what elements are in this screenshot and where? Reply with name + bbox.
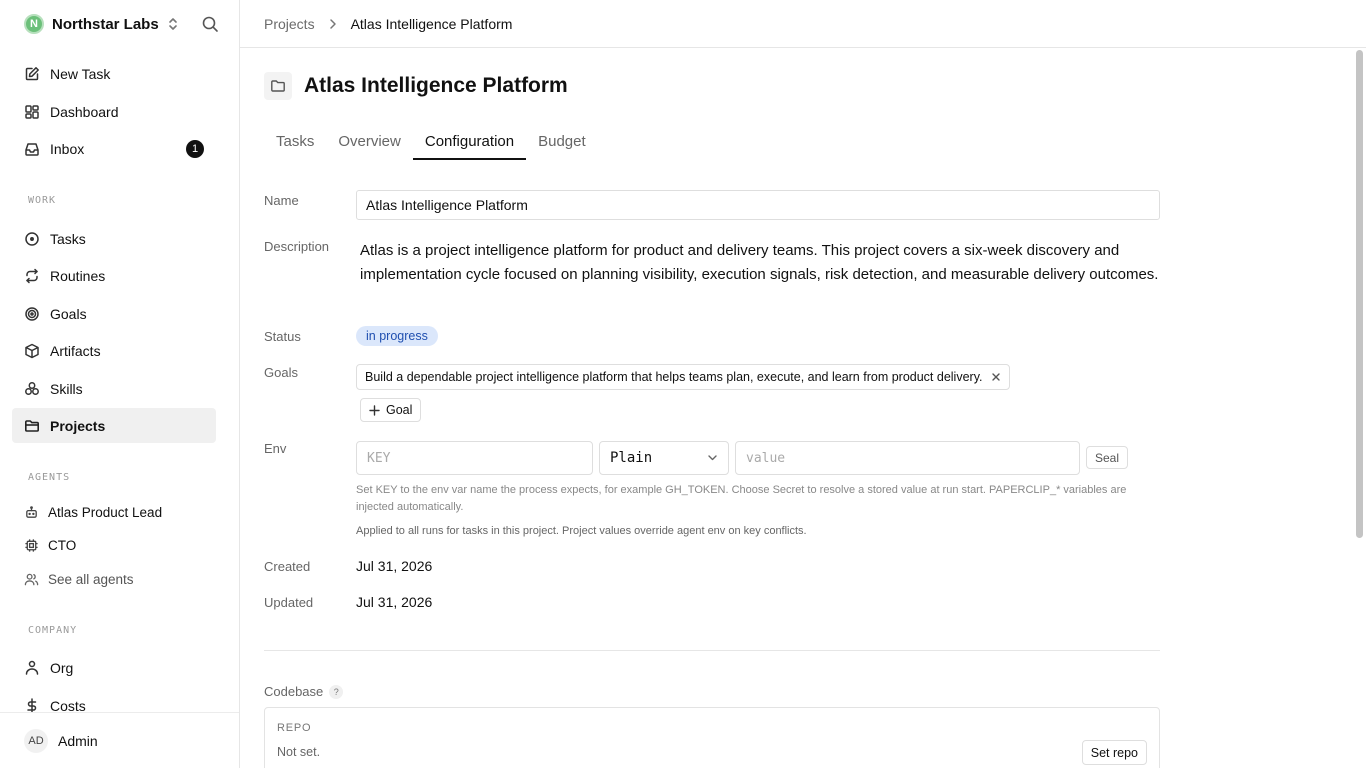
sidebar-item-dashboard[interactable]: Dashboard [12,94,216,129]
repo-value: Not set. [277,745,321,759]
sidebar-item-tasks[interactable]: Tasks [12,221,216,256]
env-key-input[interactable]: KEY [356,441,593,475]
env-type-select[interactable]: Plain [599,441,729,475]
sidebar-item-label: Artifacts [50,342,101,359]
add-goal-button[interactable]: Goal [360,398,422,422]
folder-icon [264,72,292,100]
env-value-input[interactable]: value [735,441,1080,475]
scrollbar[interactable] [1356,50,1363,538]
user-name: Admin [58,732,98,749]
cpu-icon [25,539,38,552]
sidebar-item-goals[interactable]: Goals [12,296,216,331]
tab-tasks[interactable]: Tasks [264,126,326,160]
sidebar-item-label: Goals [50,305,87,322]
avatar: AD [24,728,48,753]
name-label: Name [264,193,299,208]
status-label: Status [264,329,301,344]
repo-card: REPO Not set. Set repo [264,707,1160,768]
inbox-icon [25,142,39,156]
workspace-switcher[interactable]: N Northstar Labs [24,13,179,35]
bot-icon [26,506,37,518]
breadcrumb-current: Atlas Intelligence Platform [350,15,513,32]
agent-item-cto[interactable]: CTO [24,538,76,553]
workspace-name: Northstar Labs [52,15,159,33]
updated-label: Updated [264,595,314,610]
page-title: Atlas Intelligence Platform [304,74,568,97]
sidebar-item-skills[interactable]: Skills [12,371,216,406]
goal-chip: Build a dependable project intelligence … [356,364,1010,390]
agent-label: CTO [48,538,77,553]
chevron-right-icon [328,18,338,30]
repo-label: REPO [277,722,312,734]
tab-configuration[interactable]: Configuration [412,126,527,160]
sidebar-item-artifacts[interactable]: Artifacts [12,333,216,368]
sidebar: N Northstar Labs New Task Dashboard Inbo… [0,0,240,768]
env-note: Applied to all runs for tasks in this pr… [356,525,807,537]
agent-label: Atlas Product Lead [48,505,163,520]
tab-budget[interactable]: Budget [526,126,598,160]
target-icon [25,306,39,321]
breadcrumb-projects-link[interactable]: Projects [264,16,315,32]
seal-button[interactable]: Seal [1086,446,1129,469]
repeat-icon [26,268,38,283]
sidebar-item-projects[interactable]: Projects [12,408,216,443]
edit-icon [25,66,39,80]
workspace-logo: N [24,14,44,34]
box-icon [25,343,39,358]
skills-icon [25,381,39,395]
close-icon[interactable] [991,372,1001,382]
dashboard-icon [25,104,39,119]
sidebar-item-inbox[interactable]: Inbox 1 [12,131,216,166]
description-text[interactable]: Atlas is a project intelligence platform… [360,239,1160,287]
created-value: Jul 31, 2026 [356,558,433,574]
section-label-work: WORK [28,195,57,206]
goals-label: Goals [264,365,298,380]
description-label: Description [264,239,330,254]
name-input[interactable]: Atlas Intelligence Platform [356,190,1160,220]
breadcrumb: Projects Atlas Intelligence Platform [240,0,1366,48]
section-label-company: COMPANY [28,625,78,636]
sidebar-item-routines[interactable]: Routines [12,258,216,293]
tab-bar: Tasks Overview Configuration Budget [264,126,1160,160]
circle-dot-icon [25,231,39,246]
sidebar-item-label: Tasks [50,230,86,247]
add-goal-label: Goal [386,403,413,417]
sidebar-item-label: Org [50,659,74,676]
org-icon [25,660,39,675]
sidebar-item-org[interactable]: Org [12,650,216,685]
inbox-count-badge: 1 [186,140,204,158]
sidebar-item-label: Inbox [50,140,85,157]
users-icon [24,573,39,586]
sidebar-item-label: Routines [50,267,106,284]
sidebar-item-label: Projects [50,417,106,434]
folder-icon [25,419,39,432]
created-label: Created [264,559,311,574]
tab-overview[interactable]: Overview [326,126,413,160]
updated-value: Jul 31, 2026 [356,594,433,610]
status-badge[interactable]: in progress [356,326,438,346]
divider [264,650,1160,651]
env-type-value: Plain [610,450,653,466]
agent-item-atlas-product-lead[interactable]: Atlas Product Lead [24,505,162,520]
goal-text: Build a dependable project intelligence … [365,370,983,384]
env-label: Env [264,441,287,456]
sidebar-item-label: Dashboard [50,103,119,120]
codebase-label: Codebase ? [264,684,344,699]
project-header: Atlas Intelligence Platform [264,72,568,100]
see-all-agents-link[interactable]: See all agents [24,572,134,587]
sidebar-item-label: Skills [50,380,83,397]
plus-icon [369,404,380,416]
codebase-title: Codebase [264,684,324,699]
sidebar-item-new-task[interactable]: New Task [12,56,216,91]
section-label-agents: AGENTS [28,472,71,483]
env-hint: Set KEY to the env var name the process … [356,484,1127,513]
agent-label: See all agents [48,572,134,587]
chevron-updown-icon [167,17,179,31]
set-repo-button[interactable]: Set repo [1081,740,1147,765]
chevron-down-icon [708,455,717,461]
help-icon[interactable]: ? [329,684,344,699]
sidebar-item-label: New Task [50,65,111,82]
search-icon[interactable] [201,15,219,38]
user-menu[interactable]: AD Admin [0,712,239,768]
